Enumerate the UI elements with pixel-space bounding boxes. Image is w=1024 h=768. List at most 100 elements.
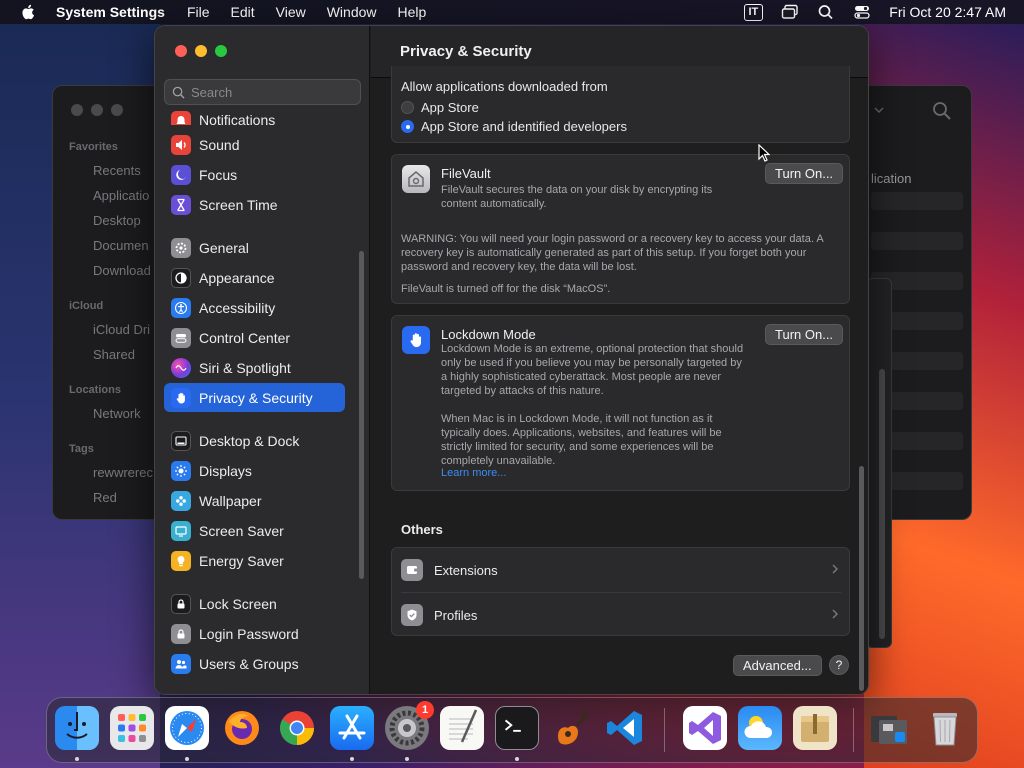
radio-button[interactable]: [401, 120, 414, 133]
profiles-row[interactable]: Profiles: [392, 593, 849, 637]
sidebar-item-label: Displays: [199, 462, 252, 479]
sidebar-item-control-center[interactable]: Control Center: [164, 323, 345, 352]
settings-sidebar: Notifications Sound Focus Screen Time Ge…: [155, 26, 370, 694]
finder-traffic-lights: [71, 104, 123, 116]
mouse-cursor-icon: [758, 144, 770, 162]
sidebar-item-label: Privacy & Security: [199, 389, 313, 406]
dock-trash-icon[interactable]: [923, 706, 967, 750]
filevault-turn-on-button[interactable]: Turn On...: [765, 163, 844, 184]
sidebar-item-label: Screen Time: [199, 196, 278, 213]
menu-help[interactable]: Help: [398, 4, 427, 20]
sidebar-scrollbar[interactable]: [359, 251, 364, 579]
system-settings-window: Notifications Sound Focus Screen Time Ge…: [154, 25, 869, 695]
close-button[interactable]: [175, 45, 187, 57]
sidebar-item-label: General: [199, 239, 249, 256]
menu-view[interactable]: View: [276, 4, 306, 20]
sidebar-item-lock-screen[interactable]: Lock Screen: [164, 589, 345, 618]
dock-archive-utility-icon[interactable]: [793, 706, 837, 750]
spotlight-search-icon[interactable]: [817, 4, 835, 20]
sidebar-item-wallpaper[interactable]: Wallpaper: [164, 486, 345, 515]
search-icon: [172, 86, 185, 99]
sidebar-item-users-groups[interactable]: Users & Groups: [164, 649, 345, 678]
dock-terminal-icon[interactable]: [495, 706, 539, 750]
menu-app-name[interactable]: System Settings: [56, 4, 165, 20]
sidebar-item-siri-spotlight[interactable]: Siri & Spotlight: [164, 353, 345, 382]
sidebar-item-label: Login Password: [199, 625, 299, 642]
chevron-right-icon: [832, 564, 838, 574]
advanced-button[interactable]: Advanced...: [733, 655, 822, 676]
dock-system-settings-icon[interactable]: 1: [385, 701, 434, 750]
sidebar-item-privacy-security[interactable]: Privacy & Security: [164, 383, 345, 412]
lockdown-card: Lockdown Mode Lockdown Mode is an extrem…: [391, 315, 850, 491]
settings-content: Privacy & Security Allow applications do…: [371, 26, 868, 694]
content-scrollbar[interactable]: [859, 466, 864, 691]
dock-vscode-icon[interactable]: [603, 706, 647, 750]
sidebar-item-login-password[interactable]: Login Password: [164, 619, 345, 648]
finder-row: [871, 192, 963, 210]
sidebar-item-general[interactable]: General: [164, 233, 345, 262]
filevault-title: FileVault: [441, 166, 491, 181]
sidebar-item-notifications[interactable]: Notifications: [164, 111, 345, 125]
dock-garageband-icon[interactable]: [550, 706, 594, 750]
apple-icon[interactable]: [20, 3, 38, 21]
minimize-button[interactable]: [195, 45, 207, 57]
zoom-button[interactable]: [215, 45, 227, 57]
dock-textedit-icon[interactable]: [440, 706, 484, 750]
search-input[interactable]: [191, 84, 351, 100]
dock-downloads-stack-icon[interactable]: [867, 706, 911, 750]
radio-button[interactable]: [401, 101, 414, 114]
sidebar-item-sound[interactable]: Sound: [164, 130, 345, 159]
notification-badge: 1: [416, 701, 434, 719]
sidebar-item-displays[interactable]: Displays: [164, 456, 345, 485]
help-button[interactable]: ?: [829, 655, 849, 675]
sidebar-item-accessibility[interactable]: Accessibility: [164, 293, 345, 322]
sidebar-item-appearance[interactable]: Appearance: [164, 263, 345, 292]
screen-mirroring-icon[interactable]: [781, 4, 799, 20]
control-center-icon[interactable]: [853, 4, 871, 20]
sidebar-item-desktop-dock[interactable]: Desktop & Dock: [164, 426, 345, 455]
dock-weather-icon[interactable]: [738, 706, 782, 750]
lockdown-turn-on-button[interactable]: Turn On...: [765, 324, 844, 345]
menu-clock[interactable]: Fri Oct 20 2:47 AM: [889, 4, 1006, 20]
profiles-icon: [401, 604, 423, 626]
learn-more-link[interactable]: Learn more...: [441, 467, 506, 479]
users-icon: [171, 653, 191, 674]
gear-icon: [171, 237, 191, 258]
dock-firefox-icon[interactable]: [220, 706, 264, 750]
sidebar-item-focus[interactable]: Focus: [164, 160, 345, 189]
menu-file[interactable]: File: [187, 4, 210, 20]
chevron-right-icon: [832, 609, 838, 619]
sidebar-item-screen-saver[interactable]: Screen Saver: [164, 516, 345, 545]
extensions-row[interactable]: Extensions: [392, 548, 849, 592]
lockdown-description: Lockdown Mode is an extreme, optional pr…: [441, 343, 744, 397]
hourglass-icon: [171, 194, 191, 215]
finder-row: [871, 232, 963, 250]
sidebar-item-screen-time[interactable]: Screen Time: [164, 190, 345, 219]
sidebar-item-label: Notifications: [199, 112, 276, 125]
input-source-indicator[interactable]: IT: [743, 3, 764, 21]
dock-chrome-icon[interactable]: [275, 706, 319, 750]
search-field[interactable]: [164, 79, 361, 105]
sidebar-item-label: Wallpaper: [199, 492, 262, 509]
sidebar-item-label: Siri & Spotlight: [199, 359, 291, 376]
sidebar-item-energy-saver[interactable]: Energy Saver: [164, 546, 345, 575]
radio-app-store-identified[interactable]: App Store and identified developers: [401, 119, 627, 134]
menu-edit[interactable]: Edit: [231, 4, 255, 20]
sidebar-item-label: Accessibility: [199, 299, 276, 316]
dock-separator: [664, 708, 665, 752]
dock-launchpad-icon[interactable]: [110, 706, 154, 750]
others-section-title: Others: [401, 522, 443, 537]
sidebar-item-label: Appearance: [199, 269, 275, 286]
dock-running-indicator: [405, 757, 409, 761]
menu-window[interactable]: Window: [327, 4, 377, 20]
sun-icon: [171, 460, 191, 481]
dock-app-store-icon[interactable]: [330, 706, 374, 750]
dock-visual-studio-icon[interactable]: [683, 706, 727, 750]
radio-app-store[interactable]: App Store: [401, 100, 479, 115]
dock-safari-icon[interactable]: [165, 706, 209, 750]
dock-running-indicator: [75, 757, 79, 761]
sidebar-item-label: Screen Saver: [199, 522, 284, 539]
filevault-warning: WARNING: You will need your login passwo…: [401, 233, 824, 273]
filevault-status: FileVault is turned off for the disk “Ma…: [401, 283, 611, 295]
dock-finder-icon[interactable]: [55, 706, 99, 750]
